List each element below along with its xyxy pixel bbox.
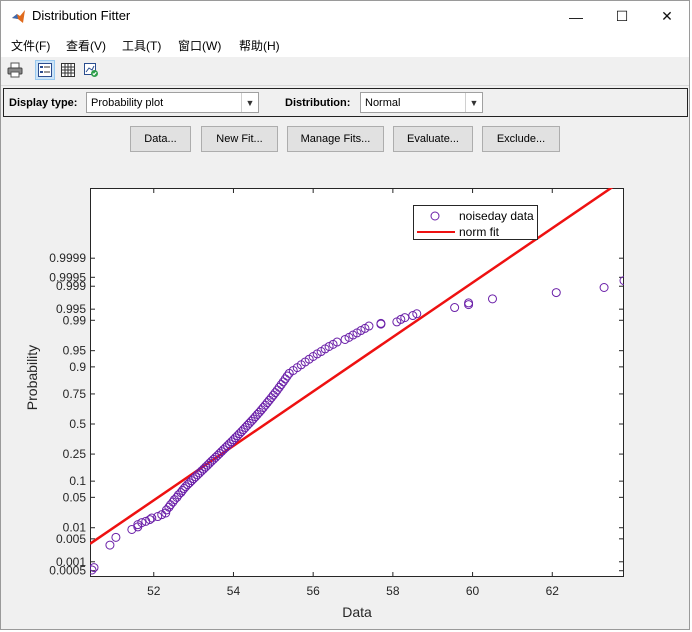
data-point [274, 382, 284, 392]
legend-entry-fit: norm fit [414, 224, 537, 240]
data-point [599, 282, 609, 292]
x-tick-label: 52 [147, 584, 161, 598]
y-tick-label: 0.9 [69, 360, 86, 374]
y-tick-label: 0.05 [63, 490, 87, 504]
legend-entry-data: noiseday data [414, 208, 537, 224]
y-tick-label: 0.995 [56, 302, 86, 316]
legend-label-data: noiseday data [459, 209, 534, 223]
data-point [276, 380, 286, 390]
y-tick-label: 0.001 [56, 555, 86, 569]
x-tick-label: 58 [386, 584, 400, 598]
probability-plot: 52 54 56 58 60 620.00050.0010.0050.010.050.10… [24, 188, 624, 620]
x-tick-label: 54 [227, 584, 241, 598]
y-tick-label: 0.01 [63, 521, 87, 535]
y-tick-label: 0.25 [63, 447, 87, 461]
y-tick-label: 0.9995 [49, 270, 86, 284]
data-point [111, 532, 121, 542]
data-point [551, 288, 561, 298]
y-tick-label: 0.5 [69, 417, 86, 431]
y-tick-label: 0.1 [69, 474, 86, 488]
legend-marker-circle [430, 211, 440, 221]
legend-line-fit [417, 231, 455, 233]
x-tick-label: 60 [466, 584, 480, 598]
legend-label-fit: norm fit [459, 225, 500, 239]
y-axis-label: Probability [24, 345, 40, 410]
x-axis-label: Data [342, 604, 372, 620]
data-point [105, 540, 115, 550]
data-point [450, 303, 460, 313]
data-point [262, 398, 272, 408]
fit-line [90, 188, 614, 545]
data-point [272, 385, 282, 395]
data-point [90, 565, 97, 575]
y-tick-label: 0.9999 [49, 251, 86, 265]
data-point [268, 390, 278, 400]
chart-legend[interactable]: noiseday data norm fit [413, 205, 538, 240]
x-tick-label: 62 [546, 584, 560, 598]
y-tick-label: 0.95 [63, 344, 87, 358]
x-tick-label: 56 [306, 584, 320, 598]
data-point [270, 388, 280, 398]
data-point [266, 393, 276, 403]
data-point [619, 276, 624, 286]
data-point [487, 294, 497, 304]
y-tick-label: 0.75 [63, 387, 87, 401]
